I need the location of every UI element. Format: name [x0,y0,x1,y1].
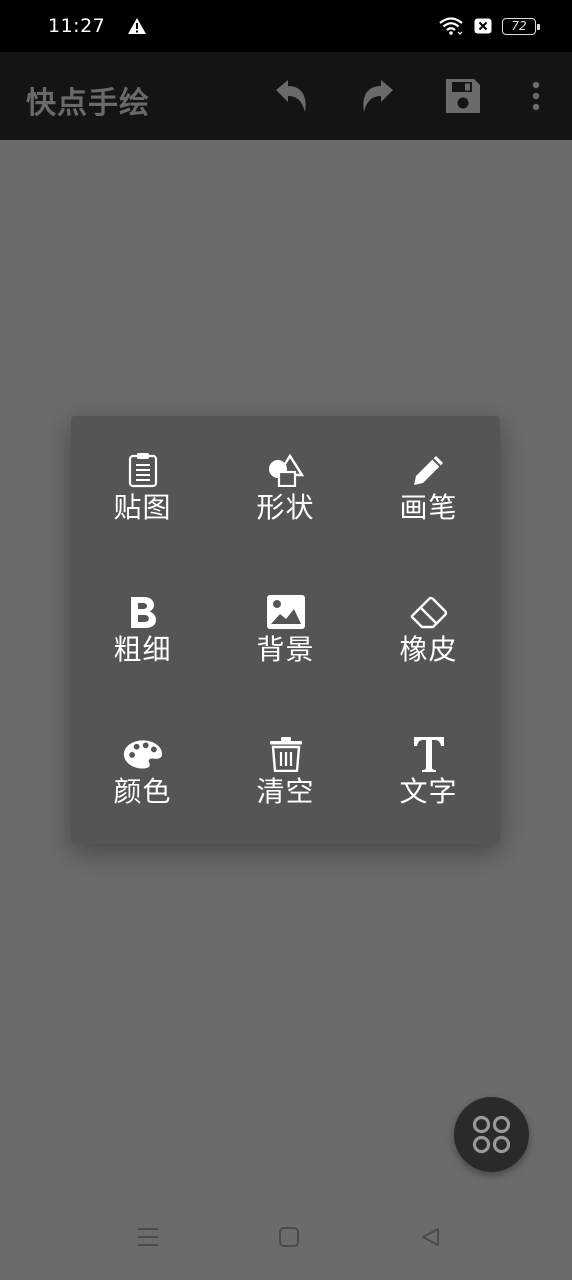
menu-label: 颜色 [113,775,172,808]
palette-icon [123,734,163,774]
redo-icon [363,80,393,112]
more-button[interactable] [514,74,558,118]
eraser-icon [409,592,449,632]
menu-label: 贴图 [113,491,172,524]
status-icons: 72 [438,16,540,36]
app-title: 快点手绘 [26,86,150,121]
trash-icon [266,734,306,774]
more-icon [532,81,540,111]
warning-icon [128,18,147,34]
menu-label: 画笔 [399,491,458,524]
status-bar: 11:27 72 [0,0,572,52]
nav-home-button[interactable] [274,1222,304,1252]
menu-label: 文字 [399,775,458,808]
text-icon [409,734,449,774]
menu-label: 形状 [256,491,315,524]
undo-icon [276,80,306,112]
sim-blocked-icon [474,18,492,34]
status-time: 11:27 [48,15,106,37]
menu-item-brush[interactable]: 画笔 [357,416,500,558]
shapes-icon [266,450,306,490]
wifi-icon [439,17,463,35]
bold-icon [123,592,163,632]
menu-label: 粗细 [113,633,172,666]
menu-item-color[interactable]: 颜色 [71,700,214,842]
pencil-icon [409,450,449,490]
back-triangle-icon [422,1228,439,1246]
image-icon [266,592,306,632]
menu-label: 橡皮 [399,633,458,666]
fab-tools-button[interactable] [454,1097,529,1172]
battery-level: 72 [511,19,527,33]
home-square-icon [279,1227,299,1247]
menu-item-sticker[interactable]: 贴图 [71,416,214,558]
menu-icon [138,1228,158,1246]
nav-menu-button[interactable] [133,1222,163,1252]
menu-item-background[interactable]: 背景 [214,558,357,700]
redo-button[interactable] [355,74,399,118]
tools-menu: 贴图 形状 画笔 粗细 背景 橡皮 颜色 清空 文字 [71,416,500,844]
nav-back-button[interactable] [415,1222,445,1252]
menu-item-clear[interactable]: 清空 [214,700,357,842]
menu-item-text[interactable]: 文字 [357,700,500,842]
menu-item-eraser[interactable]: 橡皮 [357,558,500,700]
menu-label: 清空 [256,775,315,808]
save-button[interactable] [441,74,485,118]
clipboard-icon [123,450,163,490]
save-icon [446,79,480,113]
battery-icon: 72 [502,17,540,35]
menu-item-shape[interactable]: 形状 [214,416,357,558]
menu-item-thickness[interactable]: 粗细 [71,558,214,700]
grid-circles-icon [472,1115,511,1154]
menu-label: 背景 [256,633,315,666]
app-bar: 快点手绘 [0,52,572,140]
undo-button[interactable] [270,74,314,118]
